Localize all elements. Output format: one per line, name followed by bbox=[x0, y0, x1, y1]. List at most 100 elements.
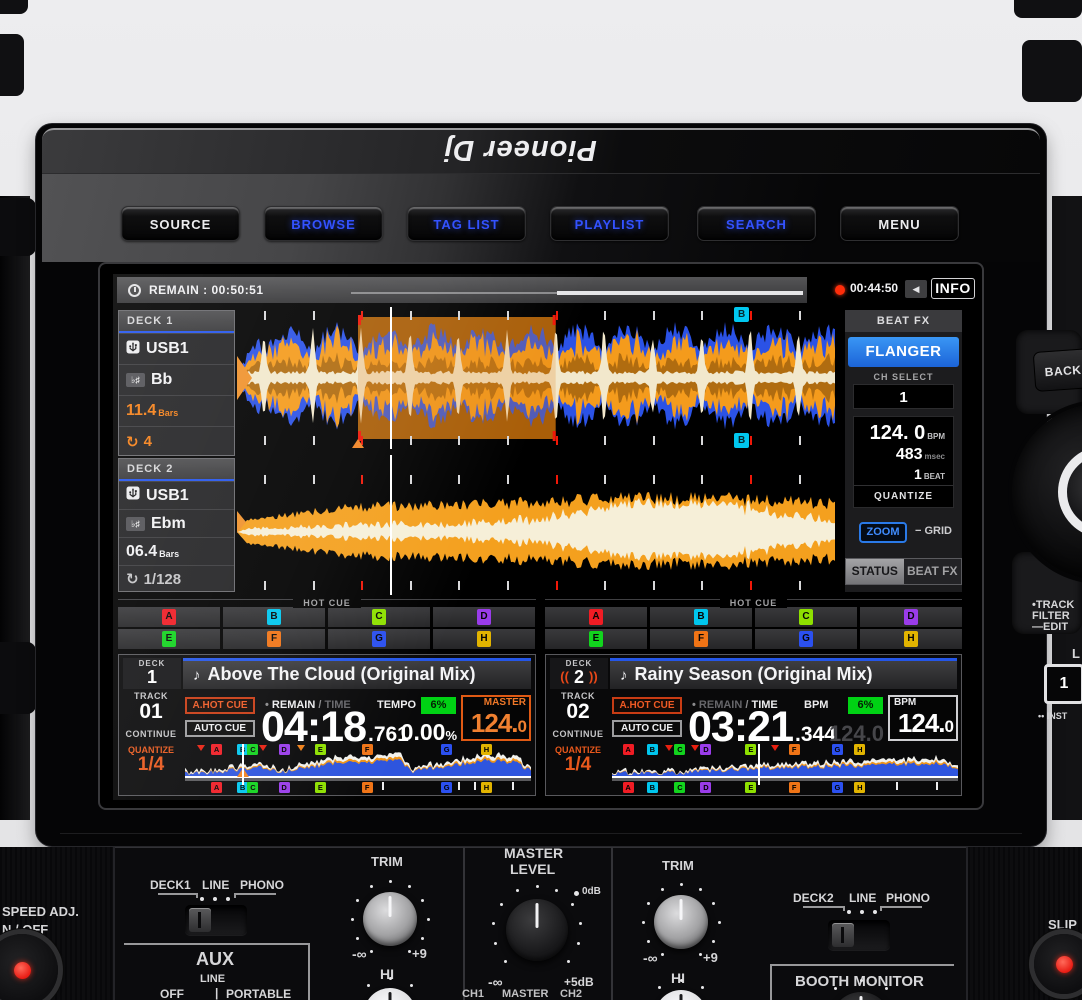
trim1-knob[interactable] bbox=[363, 892, 417, 946]
hotcue-pad-B[interactable]: B bbox=[650, 607, 752, 627]
a-hot-cue-badge[interactable]: A.HOT CUE bbox=[185, 697, 255, 714]
cue-marker-A[interactable]: A bbox=[623, 782, 634, 793]
deck1-source-row: USB1 bbox=[119, 333, 234, 364]
cue-marker-H[interactable]: H bbox=[854, 782, 865, 793]
cue-marker-H[interactable]: H bbox=[481, 744, 492, 755]
beat-tick bbox=[507, 581, 509, 590]
waveform-graphic bbox=[237, 307, 836, 449]
trim2-knob[interactable] bbox=[654, 895, 708, 949]
ch1-input-switch[interactable] bbox=[185, 905, 247, 935]
deck1-tempo-label: TEMPO bbox=[377, 699, 416, 711]
cue-marker-C[interactable]: C bbox=[247, 744, 258, 755]
cue-marker-G[interactable]: G bbox=[832, 782, 843, 793]
hotcue-pad-H[interactable]: H bbox=[433, 629, 535, 649]
a-hot-cue-badge[interactable]: A.HOT CUE bbox=[612, 697, 682, 714]
playlist-button[interactable]: PLAYLIST bbox=[550, 206, 669, 241]
hotcue-badge-F: F bbox=[694, 631, 708, 647]
cue-tri-marker bbox=[259, 745, 267, 751]
cue-marker-D[interactable]: D bbox=[700, 782, 711, 793]
tab-status[interactable]: STATUS bbox=[846, 559, 904, 584]
cue-marker-A[interactable]: A bbox=[211, 782, 222, 793]
hotcue-pad-B[interactable]: B bbox=[223, 607, 325, 627]
hotcue-pad-A[interactable]: A bbox=[118, 607, 220, 627]
zoom-button[interactable]: ZOOM bbox=[859, 522, 907, 543]
hotcue-pad-F[interactable]: F bbox=[650, 629, 752, 649]
effect-select-button[interactable]: FLANGER bbox=[848, 337, 959, 367]
grid-label[interactable]: − GRID bbox=[915, 525, 952, 537]
deck1-source-panel[interactable]: DECK 1 USB1 ♭♯ Bb 11.4 Bars ↺ 4 bbox=[118, 310, 235, 456]
loop-icon: ↺ bbox=[126, 433, 139, 451]
record-dot-icon bbox=[835, 285, 845, 295]
deck1-waveform[interactable]: BB bbox=[237, 307, 836, 449]
master-level-knob[interactable] bbox=[506, 899, 568, 961]
cue-marker-E[interactable]: E bbox=[745, 782, 756, 793]
hotcue-b-marker[interactable]: B bbox=[734, 433, 749, 448]
cue-marker-E[interactable]: E bbox=[745, 744, 756, 755]
deck1-track-overview[interactable]: AABBCCDDEEFFGGHH bbox=[185, 747, 531, 795]
hotcue-pad-G[interactable]: G bbox=[328, 629, 430, 649]
hotcue-pad-E[interactable]: E bbox=[545, 629, 647, 649]
cue-marker-F[interactable]: F bbox=[789, 782, 800, 793]
hotcue-b-marker[interactable]: B bbox=[734, 307, 749, 322]
beat-tick bbox=[313, 311, 315, 320]
hotcue-pad-D[interactable]: D bbox=[433, 607, 535, 627]
hotcue-pad-H[interactable]: H bbox=[860, 629, 962, 649]
cue-marker-G[interactable]: G bbox=[832, 744, 843, 755]
auto-cue-badge[interactable]: AUTO CUE bbox=[185, 720, 255, 737]
cue-marker-E[interactable]: E bbox=[315, 782, 326, 793]
hotcue-pad-F[interactable]: F bbox=[223, 629, 325, 649]
beat-tick bbox=[458, 475, 460, 484]
cue-marker-G[interactable]: G bbox=[441, 782, 452, 793]
tab-beatfx[interactable]: BEAT FX bbox=[904, 559, 962, 584]
cue-marker-H[interactable]: H bbox=[481, 782, 492, 793]
search-button[interactable]: SEARCH bbox=[697, 206, 816, 241]
hotcue-pad-C[interactable]: C bbox=[755, 607, 857, 627]
cue-marker-A[interactable]: A bbox=[211, 744, 222, 755]
load-1-button[interactable]: 1 bbox=[1044, 664, 1082, 704]
info-button[interactable]: INFO bbox=[931, 278, 975, 299]
auto-cue-badge[interactable]: AUTO CUE bbox=[612, 720, 682, 737]
cue-marker-C[interactable]: C bbox=[247, 782, 258, 793]
collapse-arrow-icon[interactable]: ◀ bbox=[905, 280, 927, 298]
beat-tick bbox=[264, 436, 266, 445]
beat-tick bbox=[264, 581, 266, 590]
cue-marker-C[interactable]: C bbox=[674, 782, 685, 793]
cue-marker-B[interactable]: B bbox=[647, 782, 658, 793]
cue-marker-F[interactable]: F bbox=[362, 782, 373, 793]
cue-marker-C[interactable]: C bbox=[674, 744, 685, 755]
cue-marker-D[interactable]: D bbox=[279, 744, 290, 755]
remain-time: REMAIN : 00:50:51 bbox=[149, 277, 264, 303]
cue-marker-E[interactable]: E bbox=[315, 744, 326, 755]
meter-master-label: MASTER bbox=[502, 988, 548, 1000]
touchscreen-display[interactable]: REMAIN : 00:50:51 00:44:50 ◀ INFO DECK 1… bbox=[113, 274, 977, 800]
source-button[interactable]: SOURCE bbox=[121, 206, 240, 241]
deck2-source-panel[interactable]: DECK 2 USB1 ♭♯ Ebm 06.4 Bars ↺ 1/128 bbox=[118, 458, 235, 592]
hotcue-pad-G[interactable]: G bbox=[755, 629, 857, 649]
beat-tick bbox=[750, 311, 752, 320]
deck2-waveform[interactable] bbox=[237, 455, 836, 595]
deck2-track-overview[interactable]: AABBCCDDEEFFGGHH bbox=[612, 747, 958, 795]
hotcue-pad-C[interactable]: C bbox=[328, 607, 430, 627]
cue-marker-F[interactable]: F bbox=[789, 744, 800, 755]
hotcue-badge-H: H bbox=[477, 631, 491, 647]
browse-button[interactable]: BROWSE bbox=[264, 206, 383, 241]
channel-value[interactable]: 1 bbox=[853, 384, 954, 409]
cue-marker-B[interactable]: B bbox=[647, 744, 658, 755]
ch2-input-switch[interactable] bbox=[828, 920, 890, 950]
menu-button[interactable]: MENU bbox=[840, 206, 959, 241]
tag-list-button[interactable]: TAG LIST bbox=[407, 206, 526, 241]
cue-marker-A[interactable]: A bbox=[623, 744, 634, 755]
cue-marker-H[interactable]: H bbox=[854, 744, 865, 755]
deck1-track-title: ♪Above The Cloud (Original Mix) bbox=[183, 658, 531, 689]
hotcue-pad-D[interactable]: D bbox=[860, 607, 962, 627]
cue-marker-D[interactable]: D bbox=[279, 782, 290, 793]
hotcue-badge-B: B bbox=[694, 609, 708, 625]
cue-marker-F[interactable]: F bbox=[362, 744, 373, 755]
cue-marker-G[interactable]: G bbox=[441, 744, 452, 755]
hotcue-pad-A[interactable]: A bbox=[545, 607, 647, 627]
hotcue-pad-E[interactable]: E bbox=[118, 629, 220, 649]
back-button[interactable]: BACK bbox=[1033, 348, 1082, 392]
beat-tick bbox=[701, 311, 703, 320]
cue-marker-D[interactable]: D bbox=[700, 744, 711, 755]
fx-quantize-label[interactable]: QUANTIZE bbox=[854, 485, 953, 507]
